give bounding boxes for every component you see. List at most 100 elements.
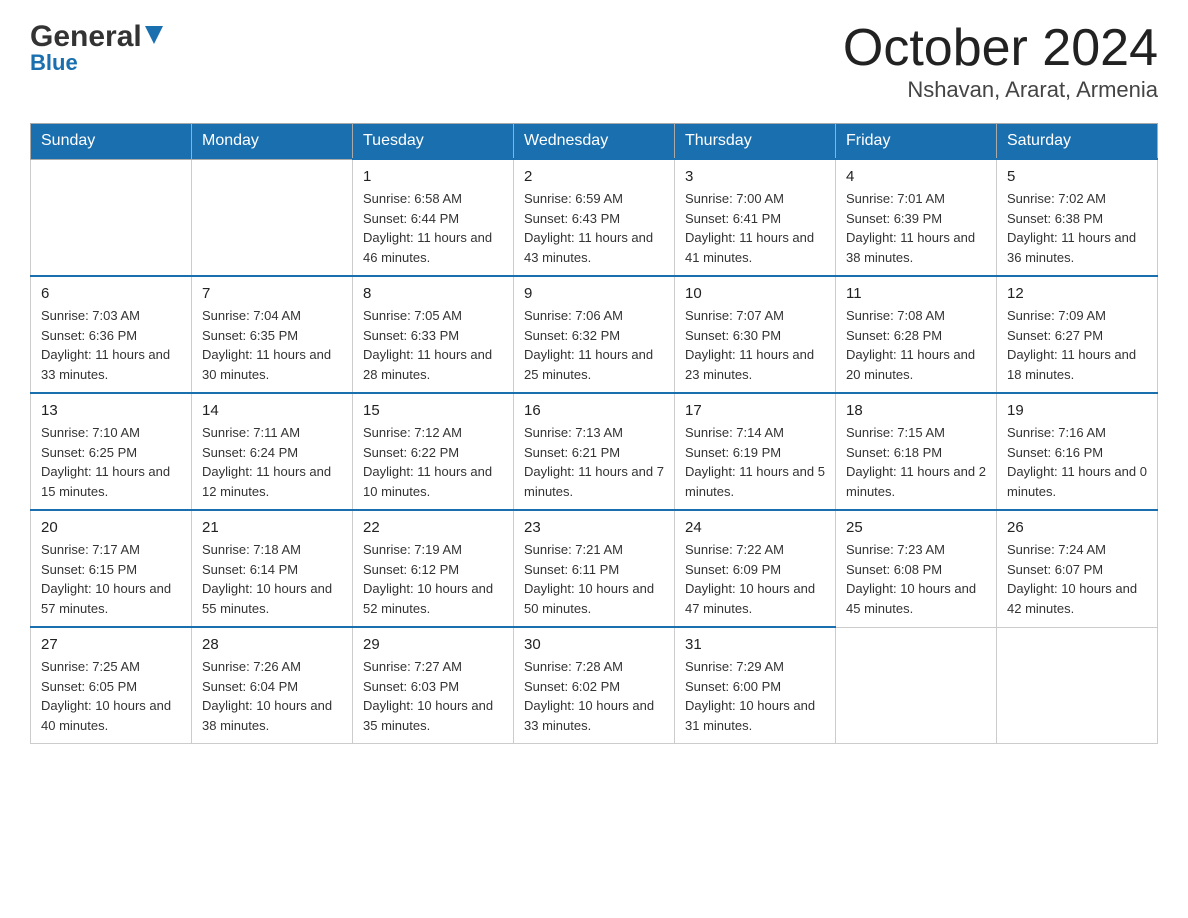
calendar-table: SundayMondayTuesdayWednesdayThursdayFrid… [30, 123, 1158, 744]
day-info: Sunrise: 7:28 AMSunset: 6:02 PMDaylight:… [524, 657, 664, 735]
calendar-cell: 28 Sunrise: 7:26 AMSunset: 6:04 PMDayligh… [192, 627, 353, 744]
calendar-cell: 3Sunrise: 7:00 AMSunset: 6:41 PMDaylight… [675, 159, 836, 276]
day-info: Sunrise: 6:58 AMSunset: 6:44 PMDaylight:… [363, 189, 503, 267]
day-info: Sunrise: 7:05 AMSunset: 6:33 PMDaylight:… [363, 306, 503, 384]
weekday-header-friday: Friday [836, 124, 997, 160]
day-info: Sunrise: 7:21 AMSunset: 6:11 PMDaylight:… [524, 540, 664, 618]
day-info: Sunrise: 7:16 AMSunset: 6:16 PMDaylight:… [1007, 423, 1147, 501]
calendar-cell: 18 Sunrise: 7:15 AMSunset: 6:18 PMDayligh… [836, 393, 997, 510]
weekday-header-tuesday: Tuesday [353, 124, 514, 160]
day-number: 8 [363, 285, 503, 302]
calendar-cell: 14Sunrise: 7:11 AMSunset: 6:24 PMDayligh… [192, 393, 353, 510]
weekday-header-saturday: Saturday [997, 124, 1158, 160]
weekday-header-thursday: Thursday [675, 124, 836, 160]
calendar-cell: 7 Sunrise: 7:04 AMSunset: 6:35 PMDaylight… [192, 276, 353, 393]
calendar-cell: 24 Sunrise: 7:22 AMSunset: 6:09 PMDayligh… [675, 510, 836, 627]
calendar-cell: 19 Sunrise: 7:16 AMSunset: 6:16 PMDayligh… [997, 393, 1158, 510]
day-info: Sunrise: 7:06 AMSunset: 6:32 PMDaylight:… [524, 306, 664, 384]
day-number: 15 [363, 402, 503, 419]
logo-general-text: General [30, 20, 142, 54]
day-number: 18 [846, 402, 986, 419]
title-section: October 2024 Nshavan, Ararat, Armenia [843, 20, 1158, 103]
day-number: 5 [1007, 168, 1147, 185]
calendar-cell: 2Sunrise: 6:59 AMSunset: 6:43 PMDaylight… [514, 159, 675, 276]
calendar-cell: 12 Sunrise: 7:09 AMSunset: 6:27 PMDayligh… [997, 276, 1158, 393]
day-info: Sunrise: 7:19 AMSunset: 6:12 PMDaylight:… [363, 540, 503, 618]
day-info: Sunrise: 7:27 AMSunset: 6:03 PMDaylight:… [363, 657, 503, 735]
day-info: Sunrise: 7:09 AMSunset: 6:27 PMDaylight:… [1007, 306, 1147, 384]
day-number: 20 [41, 519, 181, 536]
day-info: Sunrise: 7:07 AMSunset: 6:30 PMDaylight:… [685, 306, 825, 384]
day-number: 7 [202, 285, 342, 302]
calendar-week-row: 6Sunrise: 7:03 AMSunset: 6:36 PMDaylight… [31, 276, 1158, 393]
calendar-cell: 11 Sunrise: 7:08 AMSunset: 6:28 PMDayligh… [836, 276, 997, 393]
day-number: 11 [846, 285, 986, 302]
day-number: 25 [846, 519, 986, 536]
day-number: 10 [685, 285, 825, 302]
month-title: October 2024 [843, 20, 1158, 77]
day-number: 29 [363, 636, 503, 653]
day-info: Sunrise: 7:26 AMSunset: 6:04 PMDaylight:… [202, 657, 342, 735]
day-number: 1 [363, 168, 503, 185]
day-number: 12 [1007, 285, 1147, 302]
page-header: General Blue October 2024 Nshavan, Arara… [30, 20, 1158, 103]
day-info: Sunrise: 7:15 AMSunset: 6:18 PMDaylight:… [846, 423, 986, 501]
calendar-cell: 21 Sunrise: 7:18 AMSunset: 6:14 PMDayligh… [192, 510, 353, 627]
day-number: 17 [685, 402, 825, 419]
calendar-cell: 22 Sunrise: 7:19 AMSunset: 6:12 PMDayligh… [353, 510, 514, 627]
logo: General Blue [30, 20, 163, 76]
day-number: 6 [41, 285, 181, 302]
day-number: 9 [524, 285, 664, 302]
calendar-cell: 1 Sunrise: 6:58 AMSunset: 6:44 PMDaylight… [353, 159, 514, 276]
calendar-header-row: SundayMondayTuesdayWednesdayThursdayFrid… [31, 124, 1158, 160]
day-number: 28 [202, 636, 342, 653]
day-info: Sunrise: 7:02 AMSunset: 6:38 PMDaylight:… [1007, 189, 1147, 267]
calendar-week-row: 13 Sunrise: 7:10 AMSunset: 6:25 PMDayligh… [31, 393, 1158, 510]
day-number: 14 [202, 402, 342, 419]
calendar-cell [836, 627, 997, 744]
day-info: Sunrise: 7:10 AMSunset: 6:25 PMDaylight:… [41, 423, 181, 501]
day-number: 27 [41, 636, 181, 653]
calendar-cell: 29 Sunrise: 7:27 AMSunset: 6:03 PMDayligh… [353, 627, 514, 744]
logo-blue-text: Blue [30, 50, 78, 76]
day-info: Sunrise: 7:23 AMSunset: 6:08 PMDaylight:… [846, 540, 986, 618]
calendar-cell: 10 Sunrise: 7:07 AMSunset: 6:30 PMDayligh… [675, 276, 836, 393]
calendar-cell [997, 627, 1158, 744]
logo-triangle-icon [145, 26, 163, 49]
weekday-header-wednesday: Wednesday [514, 124, 675, 160]
calendar-cell: 9 Sunrise: 7:06 AMSunset: 6:32 PMDaylight… [514, 276, 675, 393]
day-info: Sunrise: 7:18 AMSunset: 6:14 PMDaylight:… [202, 540, 342, 618]
day-info: Sunrise: 7:24 AMSunset: 6:07 PMDaylight:… [1007, 540, 1147, 618]
calendar-week-row: 1 Sunrise: 6:58 AMSunset: 6:44 PMDaylight… [31, 159, 1158, 276]
calendar-cell: 31Sunrise: 7:29 AMSunset: 6:00 PMDayligh… [675, 627, 836, 744]
calendar-cell [192, 159, 353, 276]
day-number: 21 [202, 519, 342, 536]
day-info: Sunrise: 7:04 AMSunset: 6:35 PMDaylight:… [202, 306, 342, 384]
day-info: Sunrise: 7:25 AMSunset: 6:05 PMDaylight:… [41, 657, 181, 735]
calendar-cell: 25 Sunrise: 7:23 AMSunset: 6:08 PMDayligh… [836, 510, 997, 627]
day-number: 19 [1007, 402, 1147, 419]
calendar-cell [31, 159, 192, 276]
calendar-cell: 5 Sunrise: 7:02 AMSunset: 6:38 PMDaylight… [997, 159, 1158, 276]
calendar-cell: 30 Sunrise: 7:28 AMSunset: 6:02 PMDayligh… [514, 627, 675, 744]
calendar-cell: 8 Sunrise: 7:05 AMSunset: 6:33 PMDaylight… [353, 276, 514, 393]
day-number: 23 [524, 519, 664, 536]
day-number: 31 [685, 636, 825, 653]
day-info: Sunrise: 7:14 AMSunset: 6:19 PMDaylight:… [685, 423, 825, 501]
calendar-cell: 4Sunrise: 7:01 AMSunset: 6:39 PMDaylight… [836, 159, 997, 276]
location-subtitle: Nshavan, Ararat, Armenia [843, 77, 1158, 103]
day-info: Sunrise: 7:13 AMSunset: 6:21 PMDaylight:… [524, 423, 664, 501]
calendar-cell: 20Sunrise: 7:17 AMSunset: 6:15 PMDayligh… [31, 510, 192, 627]
weekday-header-sunday: Sunday [31, 124, 192, 160]
day-info: Sunrise: 7:08 AMSunset: 6:28 PMDaylight:… [846, 306, 986, 384]
calendar-cell: 6Sunrise: 7:03 AMSunset: 6:36 PMDaylight… [31, 276, 192, 393]
day-number: 13 [41, 402, 181, 419]
day-number: 24 [685, 519, 825, 536]
day-number: 16 [524, 402, 664, 419]
day-number: 22 [363, 519, 503, 536]
day-info: Sunrise: 7:22 AMSunset: 6:09 PMDaylight:… [685, 540, 825, 618]
day-info: Sunrise: 7:01 AMSunset: 6:39 PMDaylight:… [846, 189, 986, 267]
day-info: Sunrise: 7:12 AMSunset: 6:22 PMDaylight:… [363, 423, 503, 501]
day-number: 30 [524, 636, 664, 653]
day-info: Sunrise: 6:59 AMSunset: 6:43 PMDaylight:… [524, 189, 664, 267]
